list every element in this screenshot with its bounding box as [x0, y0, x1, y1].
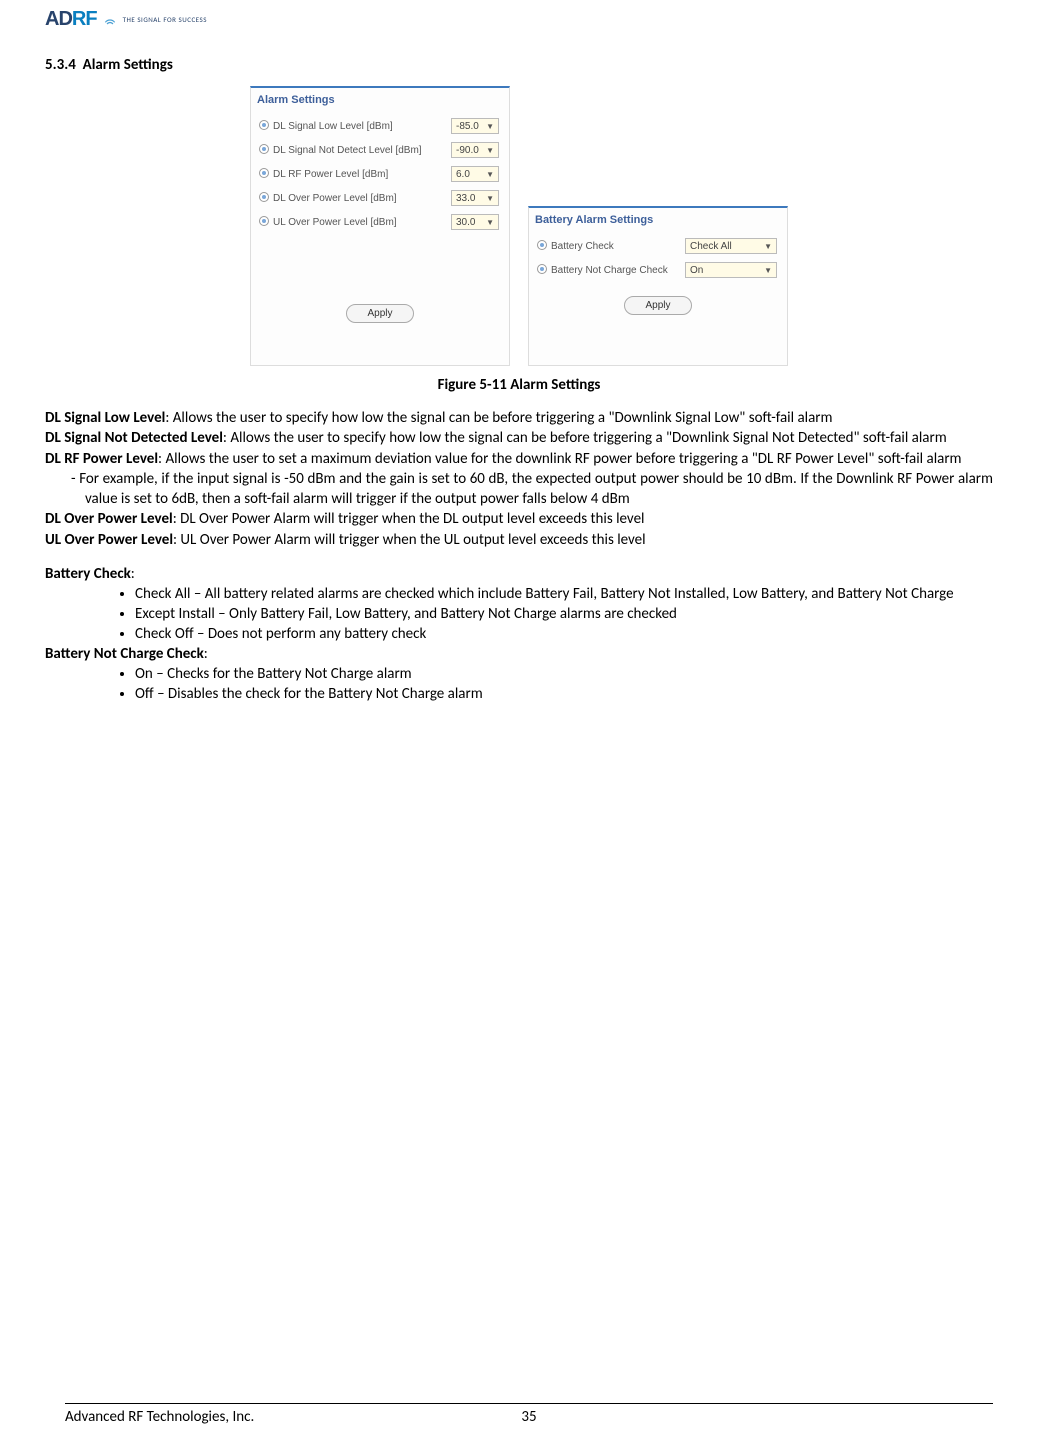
select-value: 6.0 — [456, 169, 470, 180]
alarm-settings-panel: Alarm Settings DL Signal Low Level [dBm]… — [250, 86, 510, 366]
radio-icon[interactable] — [537, 240, 547, 250]
battery-check-list: Check All – All battery related alarms a… — [135, 584, 993, 644]
radio-icon[interactable] — [259, 120, 269, 130]
select-dl-over-power[interactable]: 33.0 ▼ — [451, 190, 499, 206]
chevron-down-icon: ▼ — [486, 194, 494, 203]
body-text: DL Signal Low Level: Allows the user to … — [45, 408, 993, 704]
alarm-panel-title: Alarm Settings — [257, 94, 503, 106]
term-label: Battery Not Charge Check — [45, 645, 204, 663]
logo-ad: AD — [45, 8, 72, 30]
setting-label: Battery Not Charge Check — [549, 258, 683, 282]
battery-settings-table: Battery Check Check All ▼ Battery Not Cha… — [535, 234, 781, 282]
select-dl-signal-low[interactable]: -85.0 ▼ — [451, 118, 499, 134]
radio-icon[interactable] — [537, 264, 547, 274]
table-row: DL Signal Not Detect Level [dBm] -90.0 ▼ — [257, 138, 503, 162]
list-item: Check Off – Does not perform any battery… — [135, 624, 993, 644]
apply-button[interactable]: Apply — [624, 296, 691, 315]
table-row: Battery Check Check All ▼ — [535, 234, 781, 258]
battery-panel-title: Battery Alarm Settings — [535, 214, 781, 226]
term-text: : UL Over Power Alarm will trigger when … — [173, 531, 646, 549]
term-label: DL Signal Not Detected Level — [45, 429, 223, 447]
select-dl-rf-power[interactable]: 6.0 ▼ — [451, 166, 499, 182]
select-value: -85.0 — [456, 121, 479, 132]
term-colon: : — [204, 645, 208, 663]
term-text: : Allows the user to specify how low the… — [223, 429, 947, 447]
list-item: Except Install – Only Battery Fail, Low … — [135, 604, 993, 624]
screenshot-area: Alarm Settings DL Signal Low Level [dBm]… — [45, 86, 993, 366]
term-label: DL Signal Low Level — [45, 409, 165, 427]
chevron-down-icon: ▼ — [764, 242, 772, 251]
chevron-down-icon: ▼ — [486, 170, 494, 179]
table-row: DL RF Power Level [dBm] 6.0 ▼ — [257, 162, 503, 186]
list-item: Off – Disables the check for the Battery… — [135, 684, 993, 704]
select-battery-not-charge[interactable]: On ▼ — [685, 262, 777, 278]
battery-not-charge-list: On – Checks for the Battery Not Charge a… — [135, 664, 993, 704]
section-heading: 5.3.4 Alarm Settings — [45, 56, 993, 74]
section-number: 5.3.4 — [45, 56, 76, 74]
section-title: Alarm Settings — [83, 56, 173, 74]
logo-rf: RF — [72, 8, 97, 30]
battery-settings-panel: Battery Alarm Settings Battery Check Che… — [528, 206, 788, 366]
radio-icon[interactable] — [259, 168, 269, 178]
select-value: 33.0 — [456, 193, 475, 204]
term-label: DL RF Power Level — [45, 450, 158, 468]
chevron-down-icon: ▼ — [486, 146, 494, 155]
radio-icon[interactable] — [259, 192, 269, 202]
table-row: DL Signal Low Level [dBm] -85.0 ▼ — [257, 114, 503, 138]
table-row: UL Over Power Level [dBm] 30.0 ▼ — [257, 210, 503, 234]
setting-label: UL Over Power Level [dBm] — [271, 210, 449, 234]
setting-label: DL Signal Not Detect Level [dBm] — [271, 138, 449, 162]
table-row: Battery Not Charge Check On ▼ — [535, 258, 781, 282]
term-label: UL Over Power Level — [45, 531, 173, 549]
term-text: : Allows the user to set a maximum devia… — [158, 450, 961, 468]
select-ul-over-power[interactable]: 30.0 ▼ — [451, 214, 499, 230]
term-colon: : — [131, 565, 135, 583]
chevron-down-icon: ▼ — [486, 122, 494, 131]
radio-icon[interactable] — [259, 216, 269, 226]
footer-page-number: 35 — [521, 1408, 536, 1426]
apply-button[interactable]: Apply — [346, 304, 413, 323]
select-value: -90.0 — [456, 145, 479, 156]
alarm-settings-table: DL Signal Low Level [dBm] -85.0 ▼ DL Sign… — [257, 114, 503, 234]
term-label: DL Over Power Level — [45, 510, 173, 528]
setting-label: DL RF Power Level [dBm] — [271, 162, 449, 186]
radio-icon[interactable] — [259, 144, 269, 154]
term-label: Battery Check — [45, 565, 131, 583]
select-dl-not-detect[interactable]: -90.0 ▼ — [451, 142, 499, 158]
setting-label: DL Signal Low Level [dBm] — [271, 114, 449, 138]
list-item: On – Checks for the Battery Not Charge a… — [135, 664, 993, 684]
chevron-down-icon: ▼ — [486, 218, 494, 227]
example-item: For example, if the input signal is -50 … — [71, 469, 993, 510]
select-value: 30.0 — [456, 217, 475, 228]
logo-text: ADRF — [45, 8, 97, 31]
page-footer: Advanced RF Technologies, Inc. 35 — [65, 1403, 993, 1426]
header-logo: ADRF THE SIGNAL FOR SUCCESS — [45, 8, 993, 31]
setting-label: DL Over Power Level [dBm] — [271, 186, 449, 210]
signal-icon — [103, 13, 117, 27]
table-row: DL Over Power Level [dBm] 33.0 ▼ — [257, 186, 503, 210]
term-text: : DL Over Power Alarm will trigger when … — [173, 510, 645, 528]
list-item: Check All – All battery related alarms a… — [135, 584, 993, 604]
figure-caption: Figure 5-11 Alarm Settings — [45, 376, 993, 394]
footer-company: Advanced RF Technologies, Inc. — [65, 1408, 254, 1426]
select-value: On — [690, 265, 703, 276]
logo-tagline: THE SIGNAL FOR SUCCESS — [123, 15, 207, 24]
setting-label: Battery Check — [549, 234, 683, 258]
select-battery-check[interactable]: Check All ▼ — [685, 238, 777, 254]
term-text: : Allows the user to specify how low the… — [165, 409, 832, 427]
chevron-down-icon: ▼ — [764, 266, 772, 275]
select-value: Check All — [690, 241, 732, 252]
